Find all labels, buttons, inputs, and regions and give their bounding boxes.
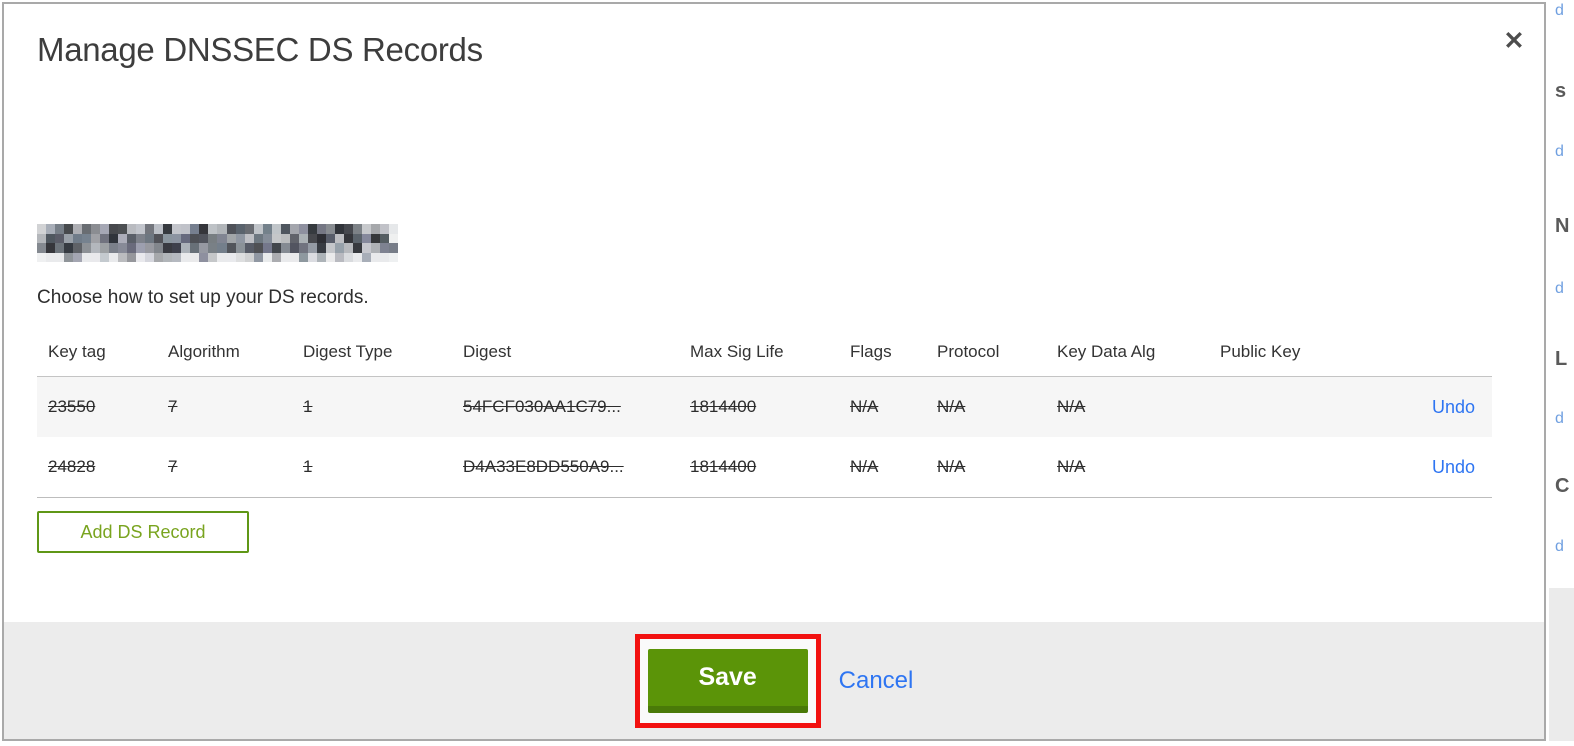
save-button[interactable]: Save <box>647 648 808 713</box>
cell-max-sig-life: 1814400 <box>690 457 757 476</box>
undo-link[interactable]: Undo <box>1432 457 1475 477</box>
cell-max-sig-life: 1814400 <box>690 397 757 416</box>
bg-link-fragment: d <box>1555 280 1564 297</box>
bg-label-fragment: s <box>1555 80 1567 102</box>
cell-algorithm: 7 <box>168 457 178 476</box>
modal-footer: Save Cancel <box>4 622 1544 739</box>
cell-digest: 54FCF030AA1C79... <box>463 397 621 416</box>
cell-key-tag: 24828 <box>48 457 96 476</box>
table-row: 23550 7 1 54FCF030AA1C79... 1814400 N/A … <box>37 376 1492 437</box>
bg-link-fragment: d <box>1555 143 1564 160</box>
table-header-row: Key tag Algorithm Digest Type Digest Max… <box>37 328 1492 376</box>
bg-label-fragment: L <box>1555 348 1568 370</box>
bg-label-fragment: N <box>1555 215 1570 237</box>
bg-link-fragment: d <box>1555 2 1564 19</box>
cancel-link[interactable]: Cancel <box>839 667 914 695</box>
ds-records-table: Key tag Algorithm Digest Type Digest Max… <box>37 328 1492 498</box>
cell-protocol: N/A <box>937 397 966 416</box>
col-header-max-sig-life: Max Sig Life <box>690 342 784 361</box>
col-header-public-key: Public Key <box>1220 342 1301 361</box>
bg-gray-section <box>1549 588 1574 741</box>
col-header-flags: Flags <box>850 342 892 361</box>
cell-algorithm: 7 <box>168 397 178 416</box>
manage-dnssec-modal: Manage DNSSEC DS Records ✕ Choose how to… <box>2 2 1546 741</box>
background-page-sliver: d s d N d L d C d <box>1545 0 1574 746</box>
add-ds-record-button[interactable]: Add DS Record <box>37 511 249 553</box>
col-header-digest: Digest <box>463 342 512 361</box>
cell-flags: N/A <box>850 457 879 476</box>
col-header-digest-type: Digest Type <box>303 342 393 361</box>
undo-link[interactable]: Undo <box>1432 397 1475 417</box>
cell-flags: N/A <box>850 397 879 416</box>
cell-key-tag: 23550 <box>48 397 96 416</box>
col-header-protocol: Protocol <box>937 342 1000 361</box>
modal-title: Manage DNSSEC DS Records <box>37 31 483 68</box>
table-row: 24828 7 1 D4A33E8DD550A9... 1814400 N/A … <box>37 437 1492 498</box>
col-header-key-data-alg: Key Data Alg <box>1057 342 1156 361</box>
red-highlight-annotation: Save <box>634 633 821 728</box>
cell-key-data-alg: N/A <box>1057 457 1086 476</box>
col-header-algorithm: Algorithm <box>168 342 240 361</box>
close-icon[interactable]: ✕ <box>1497 24 1531 58</box>
cell-protocol: N/A <box>937 457 966 476</box>
cell-digest-type: 1 <box>303 397 313 416</box>
cell-digest-type: 1 <box>303 457 313 476</box>
bg-link-fragment: d <box>1555 410 1564 427</box>
intro-text: Choose how to set up your DS records. <box>37 287 369 308</box>
cell-digest: D4A33E8DD550A9... <box>463 457 624 476</box>
col-header-key-tag: Key tag <box>48 342 106 361</box>
redacted-domain-name <box>37 224 398 262</box>
bg-label-fragment: C <box>1555 475 1570 497</box>
bg-link-fragment: d <box>1555 538 1564 555</box>
cell-key-data-alg: N/A <box>1057 397 1086 416</box>
